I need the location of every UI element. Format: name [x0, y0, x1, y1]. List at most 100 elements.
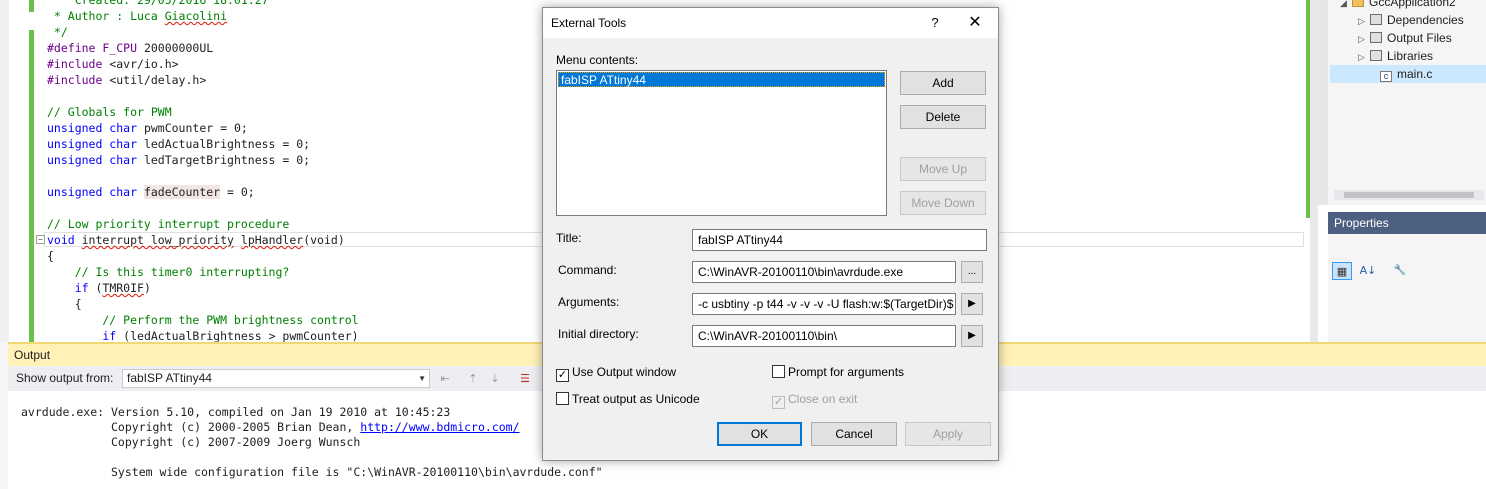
- apply-button[interactable]: Apply: [905, 422, 991, 446]
- show-output-from-label: Show output from:: [16, 371, 114, 385]
- output-line: System wide configuration file is "C:\Wi…: [21, 465, 603, 479]
- tree-item-main-c[interactable]: c main.c: [1330, 65, 1486, 83]
- output-source-value: fabISP ATtiny44: [127, 371, 212, 385]
- ok-button[interactable]: OK: [717, 422, 802, 446]
- code-line[interactable]: [47, 168, 359, 184]
- code-line[interactable]: */: [47, 24, 359, 40]
- chevron-down-icon[interactable]: ▼: [418, 370, 426, 387]
- code-line[interactable]: [47, 88, 359, 104]
- property-pages-icon[interactable]: 🔧: [1390, 262, 1410, 280]
- expand-triangle-icon[interactable]: ▷: [1358, 48, 1370, 66]
- checkbox-check-icon[interactable]: ✓: [556, 369, 569, 382]
- scrollbar-thumb[interactable]: [1344, 192, 1474, 198]
- checkbox-check-icon[interactable]: ✓: [772, 396, 785, 409]
- cancel-button[interactable]: Cancel: [811, 422, 897, 446]
- use-output-window-checkbox[interactable]: ✓ Use Output window: [556, 365, 676, 382]
- editor-margin: [0, 0, 9, 342]
- title-field[interactable]: fabISP ATtiny44: [692, 229, 987, 251]
- folder-icon: [1370, 14, 1382, 25]
- menu-contents-list[interactable]: fabISP ATtiny44: [556, 70, 887, 216]
- tree-item-libraries[interactable]: ▷ Libraries: [1358, 47, 1433, 65]
- code-line[interactable]: * Author : Luca Giacolini: [47, 8, 359, 24]
- add-button[interactable]: Add: [900, 71, 986, 95]
- arguments-menu-button[interactable]: ▶: [961, 293, 983, 315]
- code-line[interactable]: // Globals for PWM: [47, 104, 359, 120]
- checkbox-label: Treat output as Unicode: [572, 392, 700, 406]
- checkbox-label: Prompt for arguments: [788, 365, 905, 379]
- code-line[interactable]: // Perform the PWM brightness control: [47, 312, 359, 328]
- initial-directory-field[interactable]: C:\WinAVR-20100110\bin\: [692, 325, 956, 347]
- code-line[interactable]: void interrupt low_priority lpHandler(vo…: [47, 232, 359, 248]
- move-up-button[interactable]: Move Up: [900, 157, 986, 181]
- move-down-button[interactable]: Move Down: [900, 191, 986, 215]
- code-token: void: [47, 233, 82, 247]
- code-line[interactable]: Created: 29/05/2016 18.01.27: [47, 0, 359, 8]
- code-token: * Author : Luca: [47, 9, 165, 23]
- change-tracking-bar: [29, 30, 34, 342]
- categorized-icon[interactable]: ▦: [1332, 262, 1352, 280]
- code-token: = 0;: [220, 185, 255, 199]
- code-line[interactable]: // Is this timer0 interrupting?: [47, 264, 359, 280]
- title-label: Title:: [556, 231, 582, 245]
- expand-triangle-icon[interactable]: ▷: [1358, 12, 1370, 30]
- list-item[interactable]: fabISP ATtiny44: [558, 72, 885, 87]
- command-field[interactable]: C:\WinAVR-20100110\bin\avrdude.exe: [692, 261, 956, 283]
- expand-triangle-icon[interactable]: ▷: [1358, 30, 1370, 48]
- clear-all-icon[interactable]: ☰: [516, 370, 534, 388]
- find-message-icon[interactable]: ⇤: [436, 370, 454, 388]
- dialog-titlebar[interactable]: External Tools ? ✕: [543, 8, 998, 38]
- code-line[interactable]: #include <avr/io.h>: [47, 56, 359, 72]
- code-token: <util/delay.h>: [109, 73, 207, 87]
- editor-vertical-scrollbar[interactable]: [1310, 0, 1318, 342]
- code-line[interactable]: unsigned char pwmCounter = 0;: [47, 120, 359, 136]
- tree-item-label: Dependencies: [1387, 13, 1464, 27]
- code-line[interactable]: unsigned char fadeCounter = 0;: [47, 184, 359, 200]
- code-line[interactable]: // Low priority interrupt procedure: [47, 216, 359, 232]
- close-on-exit-checkbox[interactable]: ✓ Close on exit: [772, 392, 857, 409]
- checkbox-box[interactable]: [772, 365, 785, 378]
- tree-item-label: main.c: [1397, 67, 1433, 81]
- initial-directory-label: Initial directory:: [558, 327, 639, 341]
- solution-horizontal-scrollbar[interactable]: [1334, 190, 1484, 200]
- code-line[interactable]: unsigned char ledTargetBrightness = 0;: [47, 152, 359, 168]
- code-text[interactable]: Created: 29/05/2016 18.01.27 * Author : …: [47, 0, 359, 342]
- solution-explorer: ◢ GccApplication2 ▷ Dependencies ▷ Output F…: [1318, 0, 1486, 205]
- bdmicro-link[interactable]: http://www.bdmicro.com/: [360, 420, 519, 434]
- output-line: Copyright (c) 2000-2005 Brian Dean,: [21, 420, 361, 434]
- initial-directory-menu-button[interactable]: ▶: [961, 325, 983, 347]
- treat-unicode-checkbox[interactable]: Treat output as Unicode: [556, 392, 700, 407]
- next-message-icon[interactable]: ⇣: [486, 370, 504, 388]
- close-icon[interactable]: ✕: [961, 12, 989, 34]
- code-line[interactable]: #include <util/delay.h>: [47, 72, 359, 88]
- code-line[interactable]: if (ledActualBrightness > pwmCounter): [47, 328, 358, 342]
- code-line[interactable]: {: [47, 248, 359, 264]
- collapse-outline-icon[interactable]: −: [36, 235, 45, 244]
- code-line[interactable]: {: [47, 296, 359, 312]
- code-token: ): [143, 281, 151, 295]
- output-line: avrdude.exe: Version 5.10, compiled on J…: [21, 405, 451, 419]
- code-line[interactable]: if (TMR0IF): [47, 280, 359, 296]
- help-icon[interactable]: ?: [925, 13, 945, 33]
- collapse-triangle-icon[interactable]: ◢: [1340, 0, 1352, 12]
- code-token: */: [47, 25, 68, 39]
- code-line[interactable]: unsigned char ledActualBrightness = 0;: [47, 136, 359, 152]
- prev-message-icon[interactable]: ⇡: [464, 370, 482, 388]
- code-token: {: [47, 249, 54, 263]
- project-node[interactable]: ◢ GccApplication2: [1340, 0, 1456, 11]
- code-token: // Low priority interrupt procedure: [47, 217, 290, 231]
- output-source-dropdown[interactable]: fabISP ATtiny44 ▼: [122, 369, 430, 388]
- tree-item-output-files[interactable]: ▷ Output Files: [1358, 29, 1452, 47]
- code-token: {: [47, 297, 82, 311]
- tree-item-dependencies[interactable]: ▷ Dependencies: [1358, 11, 1464, 29]
- delete-button[interactable]: Delete: [900, 105, 986, 129]
- arguments-field[interactable]: -c usbtiny -p t44 -v -v -v -U flash:w:$(…: [692, 293, 956, 315]
- code-token: if: [47, 329, 124, 342]
- code-token: unsigned char: [47, 137, 144, 151]
- browse-command-button[interactable]: ...: [961, 261, 983, 283]
- code-line[interactable]: #define F_CPU 20000000UL: [47, 40, 359, 56]
- checkbox-box[interactable]: [556, 392, 569, 405]
- code-token: interrupt low_priority: [81, 233, 234, 247]
- code-line[interactable]: [47, 200, 359, 216]
- alphabetical-sort-icon[interactable]: A↓: [1358, 262, 1378, 280]
- prompt-arguments-checkbox[interactable]: Prompt for arguments: [772, 365, 904, 380]
